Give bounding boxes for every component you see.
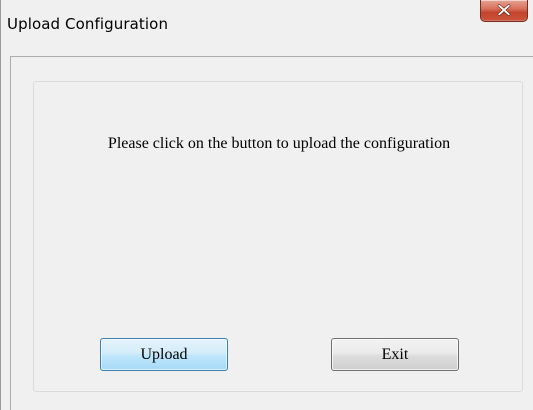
close-button[interactable] — [480, 0, 528, 22]
title-bar[interactable]: Upload Configuration — [1, 0, 533, 56]
close-icon — [497, 4, 511, 16]
upload-configuration-dialog: Upload Configuration Please click on the… — [0, 0, 533, 410]
window-title: Upload Configuration — [7, 15, 169, 33]
instruction-message: Please click on the button to upload the… — [107, 135, 451, 152]
content-panel: Please click on the button to upload the… — [33, 81, 523, 392]
exit-button[interactable]: Exit — [331, 338, 459, 371]
dialog-client-area: Please click on the button to upload the… — [10, 56, 533, 410]
upload-button[interactable]: Upload — [100, 338, 228, 371]
